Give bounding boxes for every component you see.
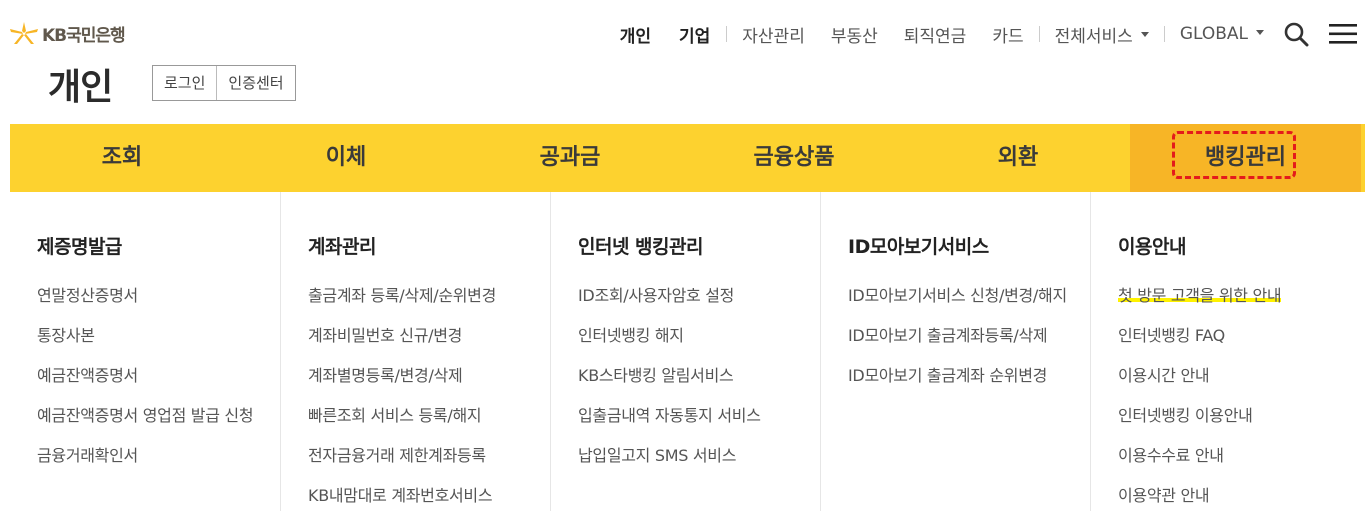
tab-utility-bills[interactable]: 공과금	[458, 124, 682, 192]
login-button[interactable]: 로그인	[153, 66, 216, 100]
menu-column-certificates: 제증명발급 연말정산증명서 통장사본 예금잔액증명서 예금잔액증명서 영업점 발…	[10, 192, 280, 511]
menu-link[interactable]: KB내맘대로 계좌번호서비스	[308, 483, 550, 509]
menu-link[interactable]: 입출금내역 자동통지 서비스	[578, 403, 820, 429]
column-title: 계좌관리	[308, 236, 376, 258]
caret-down-icon	[1140, 32, 1149, 37]
menu-link[interactable]: ID모아보기서비스 신청/변경/해지	[848, 283, 1068, 309]
menu-link[interactable]: 통장사본	[37, 323, 280, 349]
hamburger-menu-icon[interactable]	[1329, 23, 1357, 45]
column-title: 이용안내	[1118, 236, 1186, 258]
menu-link[interactable]: 전자금융거래 제한계좌등록	[308, 443, 550, 469]
menu-link[interactable]: 계좌별명등록/변경/삭제	[308, 363, 550, 389]
menu-column-user-guide: 이용안내 첫 방문 고객을 위한 안내 인터넷뱅킹 FAQ 이용시간 안내 인터…	[1090, 192, 1365, 511]
brand-name: KB국민은행	[42, 25, 126, 46]
divider	[726, 26, 728, 42]
column-title: 제증명발급	[37, 236, 122, 258]
menu-link[interactable]: 예금잔액증명서	[37, 363, 280, 389]
menu-link-first-visit[interactable]: 첫 방문 고객을 위한 안내	[1118, 283, 1365, 309]
menu-link[interactable]: 계좌비밀번호 신규/변경	[308, 323, 550, 349]
kb-logo[interactable]: KB국민은행	[10, 20, 126, 46]
divider	[1038, 26, 1040, 42]
topnav-global[interactable]: GLOBAL	[1167, 24, 1277, 44]
menu-link[interactable]: 인터넷뱅킹 FAQ	[1118, 323, 1365, 349]
menu-link[interactable]: 납입일고지 SMS 서비스	[578, 443, 820, 469]
menu-link[interactable]: 인터넷뱅킹 이용안내	[1118, 403, 1365, 429]
main-menu-bar: 조회 이체 공과금 금융상품 외환 뱅킹관리	[10, 124, 1365, 192]
menu-link[interactable]: 금융거래확인서	[37, 443, 280, 469]
tab-transfer[interactable]: 이체	[234, 124, 458, 192]
cert-center-button[interactable]: 인증센터	[216, 66, 294, 100]
search-icon[interactable]	[1283, 21, 1309, 47]
menu-link[interactable]: 이용약관 안내	[1118, 483, 1365, 509]
menu-link[interactable]: 연말정산증명서	[37, 283, 280, 309]
menu-link[interactable]: ID조회/사용자암호 설정	[578, 283, 820, 309]
topnav-retirement-pension[interactable]: 퇴직연금	[891, 22, 980, 47]
topnav-business[interactable]: 기업	[665, 22, 724, 47]
auth-button-group: 로그인 인증센터	[152, 65, 296, 101]
menu-column-id-aggregation: ID모아보기서비스 ID모아보기서비스 신청/변경/해지 ID모아보기 출금계좌…	[820, 192, 1090, 511]
tab-financial-products[interactable]: 금융상품	[682, 124, 906, 192]
highlight-dashed-box	[1172, 131, 1296, 179]
top-navigation: 개인 기업 자산관리 부동산 퇴직연금 카드 전체서비스 GLOBAL	[606, 18, 1357, 50]
topnav-all-services[interactable]: 전체서비스	[1042, 22, 1162, 47]
menu-link[interactable]: 이용시간 안내	[1118, 363, 1365, 389]
page-title: 개인	[48, 67, 113, 108]
menu-link[interactable]: 이용수수료 안내	[1118, 443, 1365, 469]
menu-column-internet-banking: 인터넷 뱅킹관리 ID조회/사용자암호 설정 인터넷뱅킹 해지 KB스타뱅킹 알…	[550, 192, 820, 511]
menu-link[interactable]: 출금계좌 등록/삭제/순위변경	[308, 283, 550, 309]
menu-link[interactable]: 예금잔액증명서 영업점 발급 신청	[37, 403, 257, 429]
tab-banking-management[interactable]: 뱅킹관리	[1130, 124, 1361, 192]
menu-link[interactable]: 인터넷뱅킹 해지	[578, 323, 820, 349]
menu-link[interactable]: KB스타뱅킹 알림서비스	[578, 363, 820, 389]
kb-star-icon	[10, 22, 38, 44]
topnav-personal[interactable]: 개인	[606, 22, 665, 47]
divider	[1163, 26, 1165, 42]
column-title: ID모아보기서비스	[848, 236, 989, 258]
topnav-real-estate[interactable]: 부동산	[818, 22, 891, 47]
tab-inquiry[interactable]: 조회	[10, 124, 234, 192]
topnav-asset-management[interactable]: 자산관리	[729, 22, 818, 47]
all-services-label: 전체서비스	[1054, 26, 1133, 47]
global-label: GLOBAL	[1179, 24, 1248, 44]
topnav-card[interactable]: 카드	[979, 22, 1036, 47]
menu-link[interactable]: ID모아보기 출금계좌 순위변경	[848, 363, 1090, 389]
column-title: 인터넷 뱅킹관리	[578, 236, 703, 258]
caret-down-icon	[1256, 29, 1264, 35]
tab-foreign-exchange[interactable]: 외환	[906, 124, 1130, 192]
mega-menu: 제증명발급 연말정산증명서 통장사본 예금잔액증명서 예금잔액증명서 영업점 발…	[10, 192, 1365, 511]
menu-link[interactable]: 빠른조회 서비스 등록/해지	[308, 403, 550, 429]
highlighted-link-text: 첫 방문 고객을 위한 안내	[1118, 286, 1282, 305]
menu-column-account-management: 계좌관리 출금계좌 등록/삭제/순위변경 계좌비밀번호 신규/변경 계좌별명등록…	[280, 192, 550, 511]
menu-link[interactable]: ID모아보기 출금계좌등록/삭제	[848, 323, 1068, 349]
